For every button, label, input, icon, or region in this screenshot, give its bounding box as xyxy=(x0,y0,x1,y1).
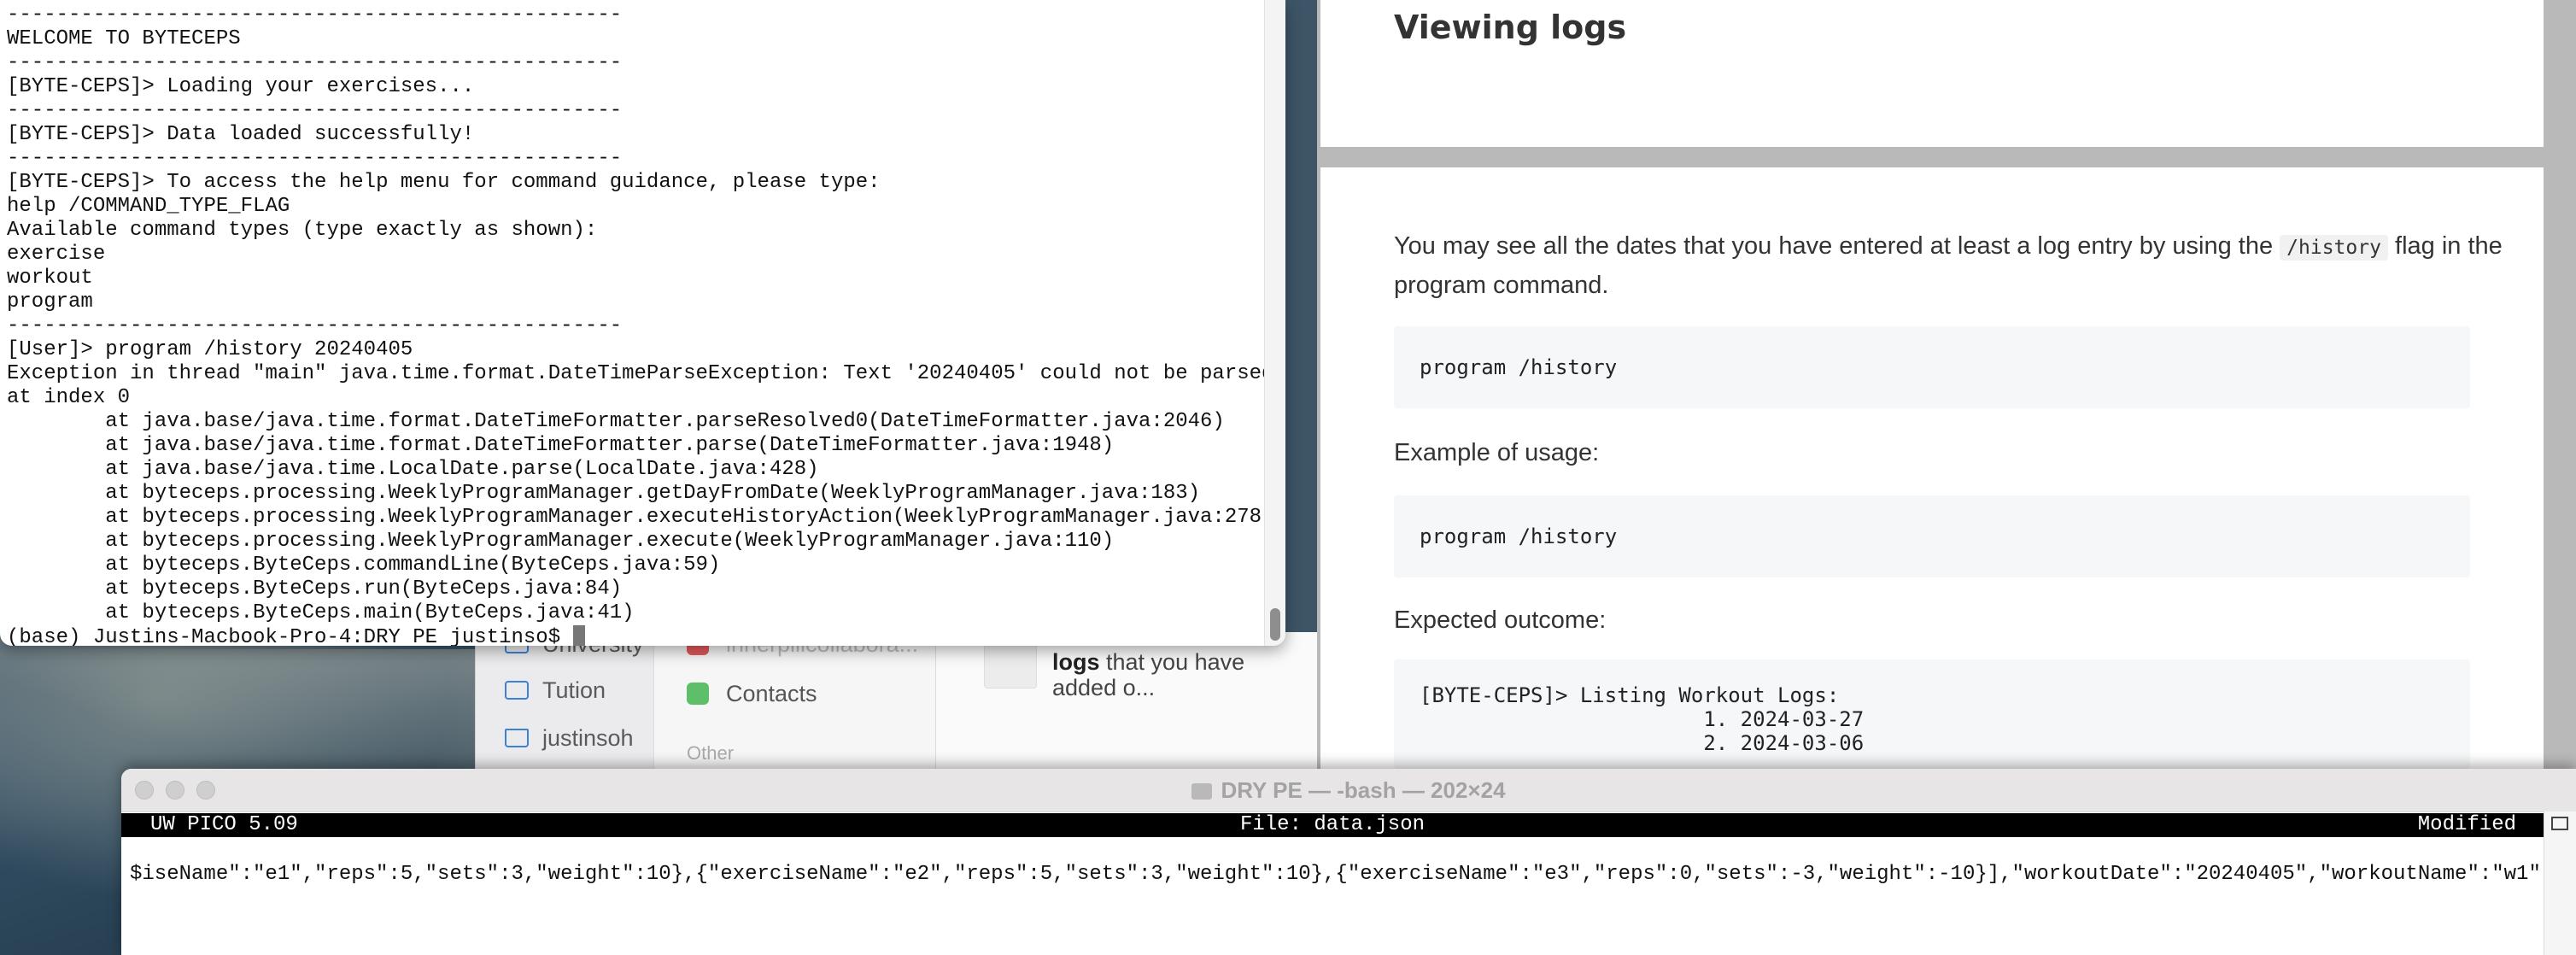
editor-text-line[interactable]: $iseName":"e1","reps":5,"sets":3,"weight… xyxy=(130,863,2538,887)
section-header: Other xyxy=(687,742,735,764)
folder-icon xyxy=(505,681,529,700)
code-block: program /history xyxy=(1394,495,2470,577)
doc-section: Viewing logs xyxy=(1320,0,2544,147)
modified-status: Modified xyxy=(2417,813,2516,836)
document-thumbnail[interactable] xyxy=(984,644,1037,688)
scroll-icon xyxy=(2551,817,2568,830)
terminal-line: workout xyxy=(7,267,93,290)
terminal-line: [User]> program /history 20240405 xyxy=(7,338,413,361)
terminal-scrollbar[interactable] xyxy=(1264,0,1285,646)
terminal-line: [BYTE-CEPS]> Data loaded successfully! xyxy=(7,123,475,146)
pico-editor-window[interactable]: DRY PE — -bash — 202×24 UW PICO 5.09 Fil… xyxy=(121,769,2576,955)
terminal-line: ----------------------------------------… xyxy=(7,314,623,337)
terminal-line: ----------------------------------------… xyxy=(7,99,623,122)
finder-tags-column: innerpillcollabora... Contacts Other xyxy=(653,631,936,769)
terminal-line: at byteceps.ByteCeps.commandLine(ByteCep… xyxy=(105,554,721,577)
terminal-line: at byteceps.processing.WeeklyProgramMana… xyxy=(105,530,1115,553)
terminal-line: at java.base/java.time.format.DateTimeFo… xyxy=(105,434,1115,457)
terminal-line: at index 0 xyxy=(7,386,131,409)
terminal-output[interactable]: ----------------------------------------… xyxy=(7,3,1273,646)
sidebar-item-label: justinsoh xyxy=(542,724,634,751)
home-icon xyxy=(505,729,529,747)
sidebar-item-label: Tution xyxy=(542,677,606,703)
inline-code: /history xyxy=(2280,235,2388,261)
terminal-line: at byteceps.processing.WeeklyProgramMana… xyxy=(105,506,1274,529)
terminal-line: [BYTE-CEPS]> To access the help menu for… xyxy=(7,171,881,194)
documentation-window: Viewing logs You may see all the dates t… xyxy=(1317,0,2576,769)
green-tag-icon xyxy=(687,683,709,705)
code-block: program /history xyxy=(1394,326,2470,408)
sidebar-item-home[interactable]: justinsoh xyxy=(505,721,634,755)
terminal-line: at byteceps.ByteCeps.run(ByteCeps.java:8… xyxy=(105,577,623,601)
paragraph: You may see all the dates that you have … xyxy=(1394,232,2503,299)
terminal-line: at byteceps.ByteCeps.main(ByteCeps.java:… xyxy=(105,601,635,624)
terminal-line: Exception in thread "main" java.time.for… xyxy=(7,362,1274,385)
tag-item[interactable]: Contacts xyxy=(687,677,817,711)
text-cursor xyxy=(572,625,585,646)
terminal-line: [BYTE-CEPS]> Loading your exercises... xyxy=(7,75,475,98)
doc-section: You may see all the dates that you have … xyxy=(1320,167,2544,769)
preview-text: logs that you have added o... xyxy=(1052,649,1245,700)
terminal-line: exercise xyxy=(7,243,106,266)
folder-icon xyxy=(1191,783,1213,800)
file-name: File: data.json xyxy=(1239,813,1426,836)
code-block-output: [BYTE-CEPS]> Listing Workout Logs: 1. 20… xyxy=(1394,659,2470,769)
finder-preview-column: logs that you have added o... xyxy=(935,632,1320,769)
example-label: Example of usage: xyxy=(1394,439,1600,466)
section-heading: Viewing logs xyxy=(1394,9,1627,46)
terminal-line: at java.base/java.time.format.DateTimeFo… xyxy=(105,410,1225,433)
terminal-line: program xyxy=(7,290,93,313)
shell-prompt: (base) Justins-Macbook-Pro-4:DRY PE just… xyxy=(7,626,573,646)
pico-header-bar: UW PICO 5.09 File: data.json Modified xyxy=(121,813,2544,837)
terminal-line: at java.base/java.time.LocalDate.parse(L… xyxy=(105,458,819,481)
scrollbar-thumb[interactable] xyxy=(1270,608,1280,641)
finder-window: University Tution justinsoh innerpillcol… xyxy=(475,631,1321,769)
tag-label: Contacts xyxy=(726,680,817,706)
editor-scrollbar[interactable] xyxy=(2544,811,2576,955)
terminal-window[interactable]: ----------------------------------------… xyxy=(0,0,1285,646)
terminal-line: ----------------------------------------… xyxy=(7,147,623,170)
terminal-line: WELCOME TO BYTECEPS xyxy=(7,27,241,50)
terminal-line: ----------------------------------------… xyxy=(7,51,623,74)
window-title: DRY PE — -bash — 202×24 xyxy=(121,769,2576,811)
sidebar-item-tution[interactable]: Tution xyxy=(505,673,606,707)
finder-sidebar: University Tution justinsoh xyxy=(476,631,653,769)
window-titlebar[interactable]: DRY PE — -bash — 202×24 xyxy=(121,769,2576,812)
terminal-line: help /COMMAND_TYPE_FLAG xyxy=(7,195,290,218)
terminal-line: Available command types (type exactly as… xyxy=(7,219,598,242)
outcome-label: Expected outcome: xyxy=(1394,606,1607,634)
terminal-log: ----------------------------------------… xyxy=(7,3,1273,624)
terminal-line: at byteceps.processing.WeeklyProgramMana… xyxy=(105,482,1201,505)
terminal-line: ----------------------------------------… xyxy=(7,3,623,26)
